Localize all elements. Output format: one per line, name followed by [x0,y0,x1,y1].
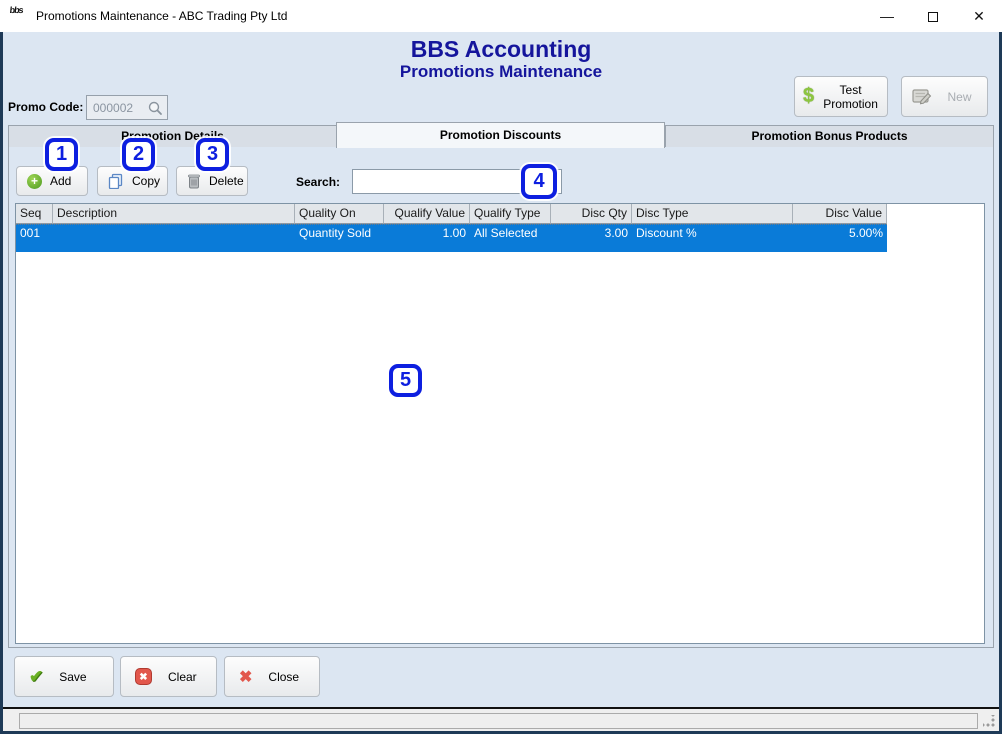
promo-code-label: Promo Code: [8,100,83,114]
close-window-button[interactable]: ✕ [956,0,1002,32]
new-button[interactable]: New [901,76,988,117]
col-header-disc-qty[interactable]: Disc Qty [551,204,632,224]
cell-disc-value: 5.00% [793,225,887,252]
maximize-button[interactable] [910,0,956,32]
red-cross-icon: ✖ [239,667,252,687]
minimize-button[interactable]: — [864,0,910,32]
col-header-qualify-value[interactable]: Qualify Value [384,204,470,224]
annotation-badge-5: 5 [389,364,422,397]
discounts-grid: Seq Description Quality On Qualify Value… [15,203,985,644]
app-title: BBS Accounting [0,36,1002,63]
status-bar [3,707,999,731]
search-magnifier-icon [147,100,163,116]
col-header-disc-type[interactable]: Disc Type [632,204,793,224]
annotation-badge-3: 3 [196,138,229,171]
window-title: Promotions Maintenance - ABC Trading Pty… [36,0,287,32]
col-header-qualify-type[interactable]: Qualify Type [470,204,551,224]
cell-disc-qty: 3.00 [551,225,632,252]
col-header-seq[interactable]: Seq [16,204,53,224]
col-header-description[interactable]: Description [53,204,295,224]
cell-disc-type: Discount % [632,225,793,252]
annotation-badge-2: 2 [122,138,155,171]
status-message-panel [19,713,978,729]
resize-grip[interactable] [983,715,995,727]
check-icon: ✔ [29,667,43,687]
stop-cross-icon: ✖ [135,668,152,685]
close-label: Close [268,670,299,684]
test-promotion-button[interactable]: $ Test Promotion [794,76,888,117]
cell-qualify-value: 1.00 [384,225,470,252]
new-form-icon [912,88,932,106]
table-row-selected[interactable]: 001 Quantity Sold 1.00 All Selected 3.00… [16,224,887,252]
trash-icon [187,173,201,189]
search-label: Search: [296,175,340,189]
app-window: bbs Promotions Maintenance - ABC Trading… [0,0,1002,734]
maximize-icon [928,12,938,22]
cell-description [53,225,295,252]
promo-code-input[interactable] [87,96,147,119]
delete-label: Delete [209,174,244,188]
save-button[interactable]: ✔ Save [14,656,114,697]
add-label: Add [50,174,71,188]
copy-pages-icon [108,173,124,189]
title-bar: bbs Promotions Maintenance - ABC Trading… [0,0,1002,32]
cell-seq: 001 [16,225,53,252]
col-header-quality-on[interactable]: Quality On [295,204,384,224]
grid-header-row: Seq Description Quality On Qualify Value… [16,204,984,224]
bbs-logo-icon: bbs [8,6,30,26]
copy-label: Copy [132,174,160,188]
col-header-disc-value[interactable]: Disc Value [793,204,887,224]
plus-icon: + [27,174,42,189]
clear-label: Clear [168,670,197,684]
new-label: New [932,90,987,104]
close-button[interactable]: ✖ Close [224,656,320,697]
tab-bar: Promotion Details Promotion Discounts Pr… [8,125,994,148]
test-promotion-label: Test Promotion [814,83,887,111]
dollar-icon: $ [803,85,814,108]
col-header-filler [887,204,984,224]
cell-qualify-type: All Selected [470,225,551,252]
cell-quality-on: Quantity Sold [295,225,384,252]
minimize-icon: — [880,8,894,24]
annotation-badge-4: 4 [521,164,557,199]
promo-code-field-wrap [86,95,168,120]
save-label: Save [59,670,86,684]
annotation-badge-1: 1 [45,138,78,171]
clear-button[interactable]: ✖ Clear [120,656,217,697]
tab-promotion-discounts[interactable]: Promotion Discounts [336,122,665,148]
tab-promotion-bonus-products[interactable]: Promotion Bonus Products [665,125,994,148]
close-icon: ✕ [973,8,985,24]
